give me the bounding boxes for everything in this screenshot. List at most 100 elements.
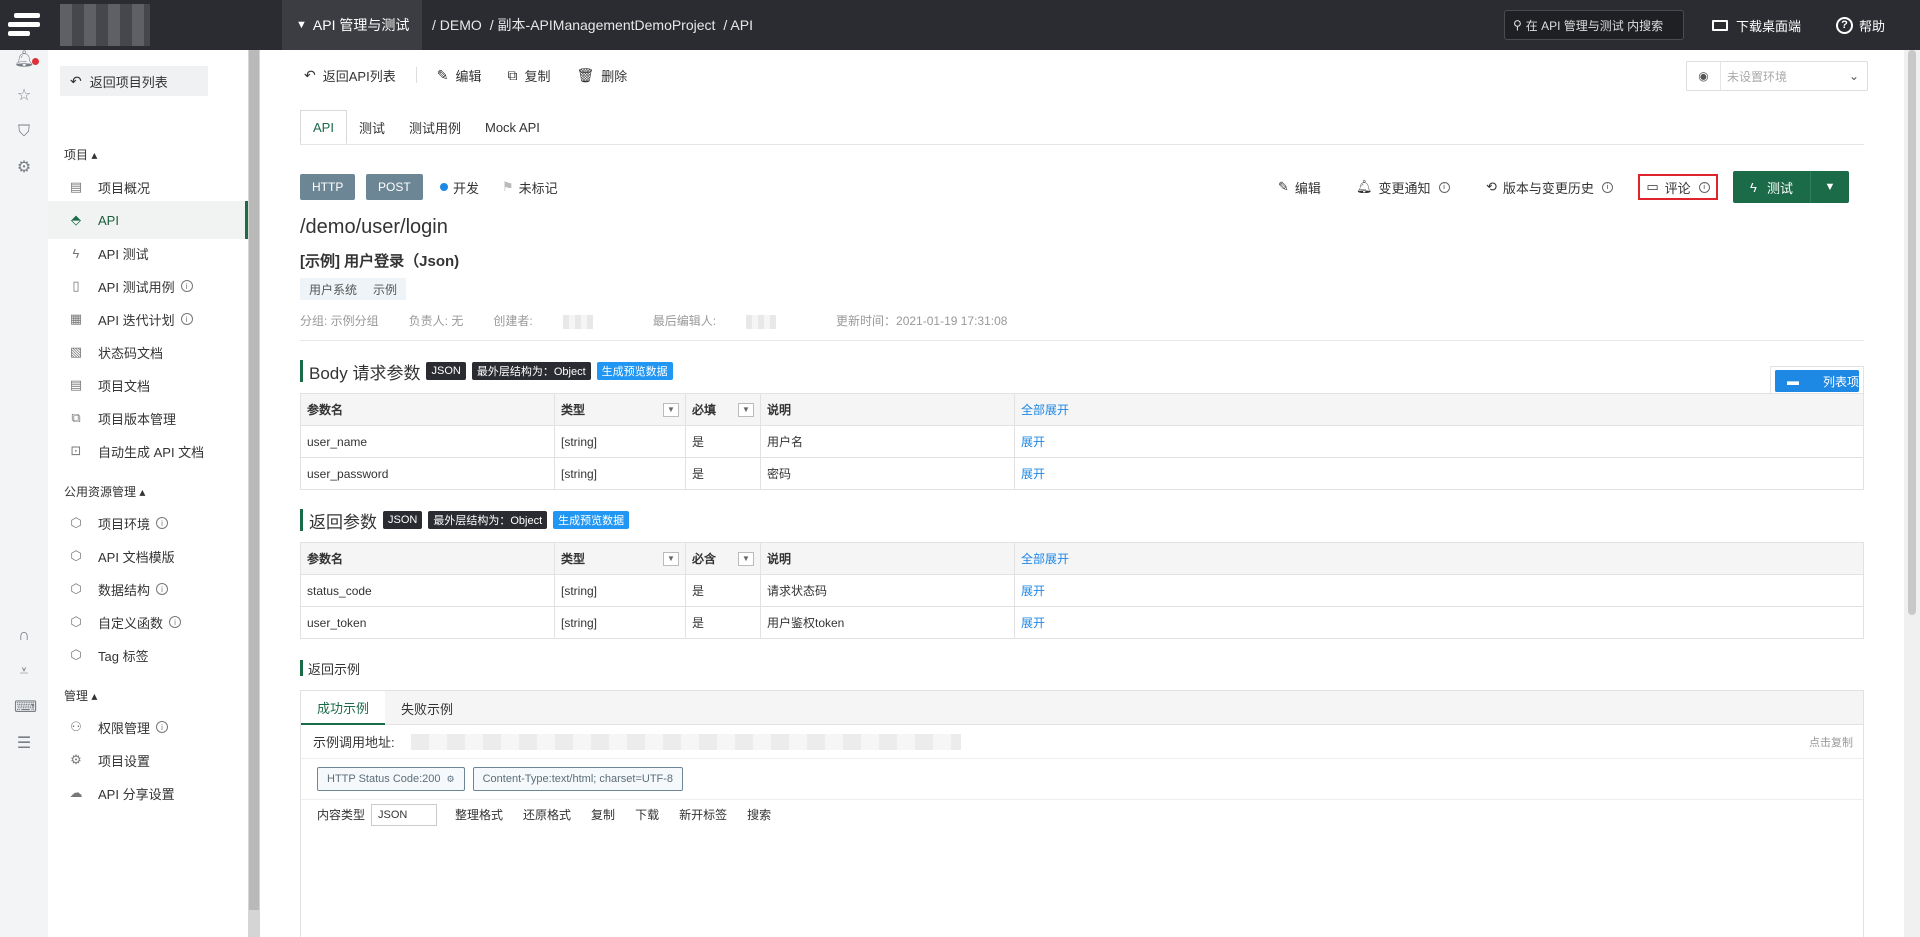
comment-button[interactable]: ▭ 评论 i <box>1638 174 1718 200</box>
tab-success-example[interactable]: 成功示例 <box>301 691 386 725</box>
module-switcher[interactable]: ▼ API 管理与测试 <box>282 0 422 50</box>
filter-icon[interactable]: ▼ <box>738 403 754 417</box>
environment-select[interactable]: ◉ 未设置环境 ⌄ <box>1686 61 1868 91</box>
tag-badge[interactable]: 示例 <box>364 278 407 300</box>
column-header: 类型 ▼ <box>554 393 686 426</box>
content-type-chip[interactable]: Content-Type:text/html; charset=UTF-8 <box>472 767 684 791</box>
expand-link[interactable]: 展开 <box>1021 584 1045 598</box>
open-new-tab-button[interactable]: 新开标签 <box>679 806 727 823</box>
info-icon[interactable]: i <box>156 517 169 529</box>
info-icon[interactable]: i <box>156 721 169 733</box>
help-button[interactable]: ? 帮助 <box>1836 0 1885 50</box>
app-logo[interactable] <box>0 0 48 50</box>
cube-icon: ⬡ <box>70 548 82 563</box>
expand-all-label[interactable]: 全部展开 <box>1021 552 1069 566</box>
expand-all-link[interactable]: 全部展开 <box>1014 542 1864 575</box>
tab-api[interactable]: API <box>300 110 347 144</box>
cube-icon: ⬡ <box>70 614 82 629</box>
format-button[interactable]: 整理格式 <box>455 806 503 823</box>
bell-icon[interactable]: 🔔︎ <box>14 50 34 70</box>
info-icon[interactable]: i <box>169 616 182 628</box>
format-badge: JSON <box>383 511 423 529</box>
breadcrumb-item[interactable]: / API <box>723 17 753 33</box>
back-to-api-list-button[interactable]: ↶ 返回API列表 <box>304 66 396 85</box>
restore-format-button[interactable]: 还原格式 <box>523 806 571 823</box>
list-view-button[interactable]: ▬ 列表项 <box>1770 366 1864 396</box>
status-code-chip[interactable]: HTTP Status Code:200 ⚙ <box>317 767 465 791</box>
tab-failure-example[interactable]: 失败示例 <box>385 691 469 725</box>
edit-button[interactable]: ✎ 编辑 <box>437 66 482 85</box>
delete-button[interactable]: 🗑︎ 删除 <box>576 66 627 85</box>
sidebar-scrollbar-thumb[interactable] <box>249 50 259 910</box>
column-header-label: 类型 <box>561 552 586 566</box>
download-icon[interactable]: ⩡ <box>14 662 34 682</box>
expand-all-label[interactable]: 全部展开 <box>1021 403 1069 417</box>
test-button[interactable]: ϟ 测试 <box>1733 171 1811 203</box>
preview-data-button[interactable]: 生成预览数据 <box>553 511 630 529</box>
api-meta: 分组: 示例分组 负责人: 无 创建者: 最后编辑人: 更新时间：2021-01… <box>300 312 1037 329</box>
detail-toolbar: ↶ 返回API列表 ✎ 编辑 ⧉ 复制 🗑︎ 删除 ◉ 未设置环境 ⌄ <box>260 50 1904 100</box>
download-example-button[interactable]: 下载 <box>635 806 659 823</box>
tab-test[interactable]: 测试 <box>347 110 397 144</box>
page-scrollbar-thumb[interactable] <box>1908 50 1916 615</box>
user-avatar-blurred[interactable] <box>60 4 150 46</box>
info-icon[interactable]: i <box>180 313 193 325</box>
tag-badge[interactable]: 用户系统 <box>300 278 367 300</box>
settings-icon: ⚙ <box>446 773 455 784</box>
notify-label: 变更通知 <box>1378 180 1431 196</box>
sidebar-item-share-settings[interactable]: ☁ API 分享设置 <box>48 774 248 812</box>
expand-link[interactable]: 展开 <box>1021 616 1045 630</box>
test-dropdown-button[interactable]: ▼ <box>1811 181 1849 193</box>
status-code-label: HTTP Status Code:200 <box>327 773 441 785</box>
group-public-toggle[interactable]: 公用资源管理 ▴ <box>64 483 145 500</box>
breadcrumb-item[interactable]: / DEMO <box>432 17 482 33</box>
table-row: status_code [string] 是 请求状态码 展开 <box>300 574 1864 607</box>
breadcrumb-item[interactable]: / 副本-APIManagementDemoProject <box>490 15 716 35</box>
expand-all-link[interactable]: 全部展开 <box>1014 393 1864 426</box>
copy-button[interactable]: ⧉ 复制 <box>507 66 550 85</box>
menu-icon[interactable]: ☰ <box>14 734 34 754</box>
edit-api-button[interactable]: ✎ 编辑 <box>1278 174 1321 200</box>
global-search-input[interactable]: ⚲ 在 API 管理与测试 内搜索 <box>1504 10 1684 40</box>
api-status[interactable]: 开发 <box>440 174 479 200</box>
copy-example-button[interactable]: 复制 <box>591 806 615 823</box>
copy-url-link[interactable]: 点击复制 <box>1809 734 1853 750</box>
filter-icon[interactable]: ▼ <box>738 552 754 566</box>
filter-icon[interactable]: ▼ <box>663 552 679 566</box>
undo-arrow-icon: ↶ <box>70 72 82 89</box>
settings-icon[interactable]: ⚙ <box>14 158 34 178</box>
toolbar-divider <box>415 67 417 83</box>
preview-data-button[interactable]: 生成预览数据 <box>596 362 673 380</box>
headset-icon[interactable]: ∩ <box>14 626 34 646</box>
info-icon[interactable]: i <box>180 280 193 292</box>
expand-link[interactable]: 展开 <box>1021 467 1045 481</box>
back-to-projects-button[interactable]: ↶ 返回项目列表 <box>60 66 208 96</box>
content-type-select[interactable]: JSON <box>371 803 438 826</box>
tab-mock-api[interactable]: Mock API <box>473 110 552 144</box>
search-example-button[interactable]: 搜索 <box>747 806 771 823</box>
info-icon[interactable]: i <box>1438 181 1450 193</box>
api-mark[interactable]: ⚑ 未标记 <box>502 174 558 200</box>
filter-icon[interactable]: ▼ <box>663 403 679 417</box>
change-notify-button[interactable]: 🔔︎ 变更通知 i <box>1356 174 1450 200</box>
detail-tabs: API 测试 测试用例 Mock API <box>300 110 552 144</box>
info-icon[interactable]: i <box>1698 181 1710 193</box>
star-icon[interactable]: ☆ <box>14 86 34 106</box>
expand-link[interactable]: 展开 <box>1021 435 1045 449</box>
version-history-button[interactable]: ⟲ 版本与变更历史 i <box>1486 174 1613 200</box>
group-project-toggle[interactable]: 项目 ▴ <box>64 146 97 163</box>
shirt-icon[interactable]: ⛉ <box>14 122 34 142</box>
page-scrollbar-track[interactable] <box>1904 50 1920 937</box>
info-icon[interactable]: i <box>1601 181 1613 193</box>
sidebar-item-auto-doc[interactable]: ⊡ 自动生成 API 文档 <box>48 432 248 470</box>
cube-icon: ⬡ <box>70 581 82 596</box>
module-label: API 管理与测试 <box>312 17 410 33</box>
group-manage-toggle[interactable]: 管理 ▴ <box>64 687 97 704</box>
keyboard-icon[interactable]: ⌨ <box>14 698 37 718</box>
info-icon[interactable]: i <box>156 583 169 595</box>
sidebar-item-tags[interactable]: ⬡ Tag 标签 <box>48 636 248 674</box>
tab-test-cases[interactable]: 测试用例 <box>397 110 473 144</box>
download-desktop-button[interactable]: 下载桌面端 <box>1712 0 1801 50</box>
meta-editor-label: 最后编辑人: <box>652 314 717 328</box>
history-icon: ⟲ <box>1486 179 1497 194</box>
